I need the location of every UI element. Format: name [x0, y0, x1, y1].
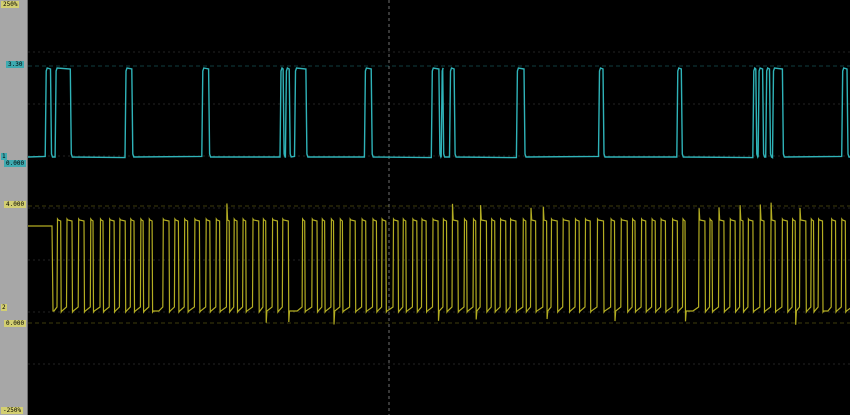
channel-1-marker[interactable]: 1	[1, 153, 7, 160]
channel-2-trace	[28, 202, 850, 325]
channel-1-trace	[28, 66, 850, 159]
channel-1-low-label: 0.000	[4, 160, 27, 167]
scale-top-label: 250%	[1, 1, 20, 8]
channel-2-marker[interactable]: 2	[1, 304, 7, 311]
left-ruler: 250% 3.30 1 0.000 4.000 2 0.000 -250%	[0, 0, 28, 415]
waveform-plot[interactable]	[28, 0, 850, 415]
channel-2-high-label: 4.000	[4, 201, 27, 208]
channel-2-low-label: 0.000	[4, 320, 27, 327]
channel-1-high-label: 3.30	[6, 61, 25, 68]
scale-bottom-label: -250%	[1, 407, 24, 414]
